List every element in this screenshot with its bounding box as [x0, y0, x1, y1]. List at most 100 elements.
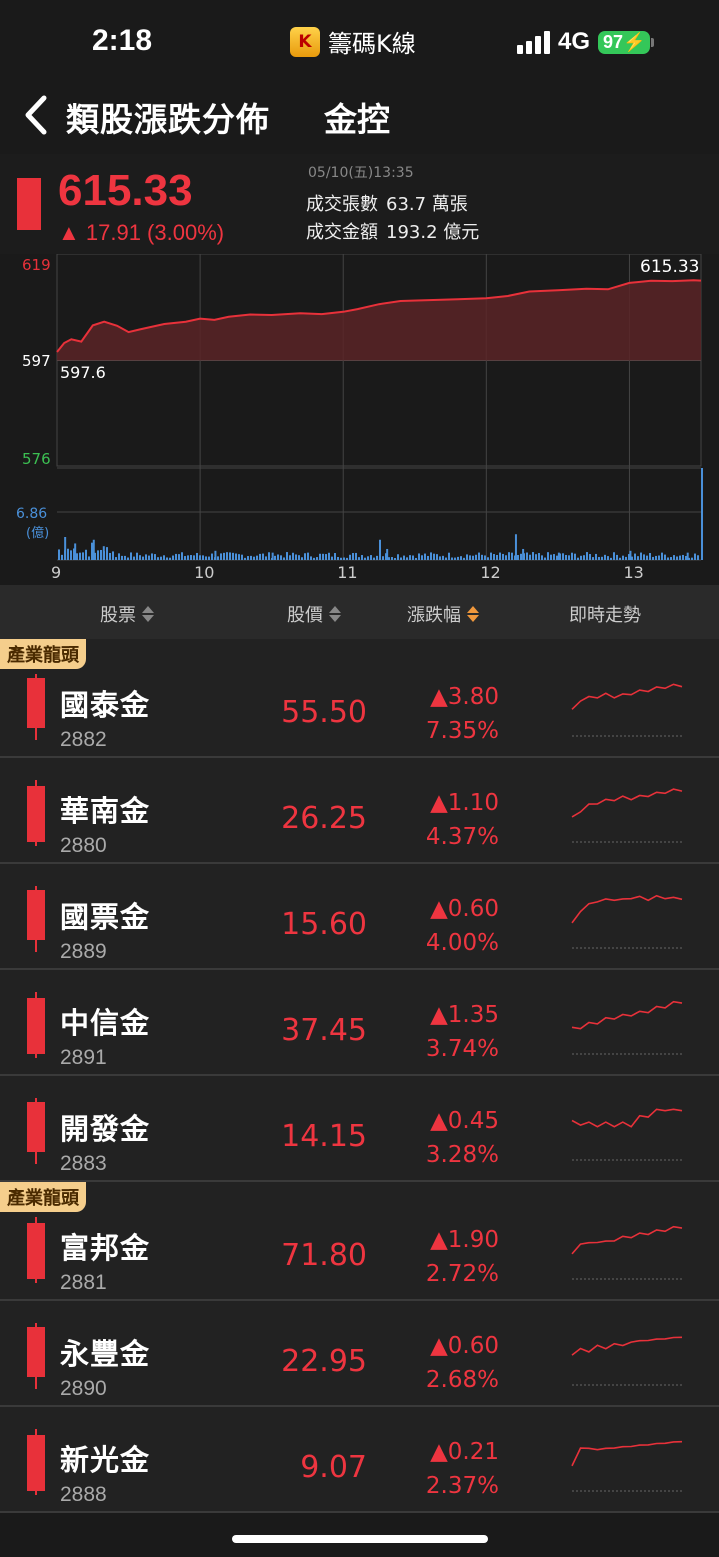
stock-code: 2881	[60, 1271, 107, 1294]
stock-row[interactable]: 產業龍頭 富邦金 2881 71.80 ▲1.90 2.72%	[0, 1182, 719, 1301]
sparkline-chart	[571, 683, 684, 737]
volume-bar	[670, 557, 672, 560]
volume-bar	[88, 556, 90, 560]
sparkline-line	[571, 1108, 683, 1128]
volume-bar	[679, 555, 681, 560]
volume-bar	[493, 554, 495, 560]
y-label-mid: 597	[22, 352, 51, 370]
volume-bar	[412, 555, 414, 560]
open-price-label: 597.6	[60, 363, 106, 382]
volume-bar	[409, 555, 411, 560]
stock-row[interactable]: 產業龍頭 國泰金 2882 55.50 ▲3.80 7.35%	[0, 639, 719, 758]
volume-bar	[250, 555, 252, 560]
page-title: 類股漲跌分佈	[66, 100, 270, 139]
index-candle	[17, 178, 41, 230]
volume-bar	[235, 553, 237, 560]
sparkline-line	[571, 1000, 683, 1030]
header-price[interactable]: 股價	[287, 601, 341, 627]
intraday-chart[interactable]: 619 597 576 6.86 (億) 597.6 615.33 9 10 11 1…	[0, 253, 719, 585]
volume-bar	[562, 553, 564, 560]
volume-bar	[436, 554, 438, 560]
volume-bar	[415, 557, 417, 560]
stock-code: 2890	[60, 1377, 107, 1400]
stock-row[interactable]: 永豐金 2890 22.95 ▲0.60 2.68%	[0, 1301, 719, 1407]
volume-bar	[394, 557, 396, 560]
volume-bar	[349, 554, 351, 560]
header-change[interactable]: 漲跌幅	[407, 601, 479, 627]
volume-bar	[484, 555, 486, 560]
volume-bar	[565, 554, 567, 560]
stock-price: 71.80	[281, 1238, 367, 1273]
change-percent: 2.72%	[425, 1261, 499, 1287]
volume-bar	[91, 542, 93, 560]
volume-bar	[619, 557, 621, 560]
volume-bar	[211, 553, 213, 560]
volume-unit-label: (億)	[26, 525, 49, 541]
volume-bar	[313, 557, 315, 560]
volume-bar	[79, 552, 81, 560]
stock-row[interactable]: 華南金 2880 26.25 ▲1.10 4.37%	[0, 758, 719, 864]
volume-bar	[664, 554, 666, 560]
clock: 2:18	[92, 24, 153, 57]
volume-bar	[424, 553, 426, 560]
volume-bar	[295, 554, 297, 560]
volume-bar	[208, 556, 210, 560]
volume-bar	[661, 552, 663, 560]
change-value: ▲1.10	[430, 790, 499, 816]
volume-bar	[223, 552, 225, 560]
volume-bar	[184, 556, 186, 560]
volume-bar	[325, 554, 327, 560]
stock-row[interactable]: 開發金 2883 14.15 ▲0.45 3.28%	[0, 1076, 719, 1182]
volume-bar	[172, 555, 174, 560]
volume-bar	[397, 554, 399, 560]
volume-bar	[205, 556, 207, 560]
stock-row[interactable]: 新光金 2888 9.07 ▲0.21 2.37%	[0, 1407, 719, 1513]
stock-row[interactable]: 中信金 2891 37.45 ▲1.35 3.74%	[0, 970, 719, 1076]
volume-bar	[118, 553, 120, 560]
stock-candle	[27, 780, 45, 846]
volume-bar	[589, 554, 591, 560]
volume-bar	[322, 553, 324, 560]
volume-bar	[553, 554, 555, 560]
sparkline-line	[571, 1440, 683, 1467]
volume-bar	[124, 555, 126, 560]
volume-bar	[382, 556, 384, 560]
sparkline-line	[571, 1336, 683, 1356]
volume-bar	[520, 553, 522, 560]
volume-bar	[430, 552, 432, 560]
stock-code: 2883	[60, 1152, 107, 1175]
stock-change: ▲0.45 3.28%	[426, 1104, 499, 1172]
home-indicator[interactable]	[232, 1535, 488, 1543]
header-stock[interactable]: 股票	[100, 601, 154, 627]
signal-icon	[517, 30, 550, 54]
volume-bar	[439, 556, 441, 560]
stock-row[interactable]: 國票金 2889 15.60 ▲0.60 4.00%	[0, 864, 719, 970]
stock-change: ▲0.60 4.00%	[426, 892, 499, 960]
change-value: ▲0.60	[430, 896, 499, 922]
volume-bar	[442, 555, 444, 560]
index-change: ▲ 17.91 (3.00%)	[58, 220, 225, 245]
stock-price: 9.07	[300, 1450, 367, 1485]
volume-bar	[58, 549, 60, 560]
change-percent: 3.74%	[425, 1036, 499, 1062]
source-app[interactable]: K 籌碼K線	[290, 24, 416, 59]
stock-price: 22.95	[281, 1344, 367, 1379]
change-value: ▲0.60	[430, 1333, 499, 1359]
stock-code: 2882	[60, 728, 107, 751]
volume-bar	[97, 550, 99, 560]
volume-bar	[421, 555, 423, 560]
volume-bar	[361, 555, 363, 560]
volume-bar	[499, 552, 501, 560]
sparkline-chart	[571, 894, 684, 949]
stock-candle	[27, 1429, 45, 1495]
volume-bar	[196, 552, 198, 560]
volume-bar	[289, 555, 291, 560]
volume-spike	[514, 534, 517, 560]
back-chevron-icon[interactable]	[20, 90, 54, 140]
sort-icon	[142, 606, 154, 622]
volume-bar	[604, 554, 606, 560]
volume-bar	[658, 555, 660, 560]
stock-change: ▲1.35 3.74%	[426, 998, 499, 1066]
amount-row: 成交金額 193.2 億元	[306, 218, 479, 244]
volume-bar	[454, 557, 456, 560]
